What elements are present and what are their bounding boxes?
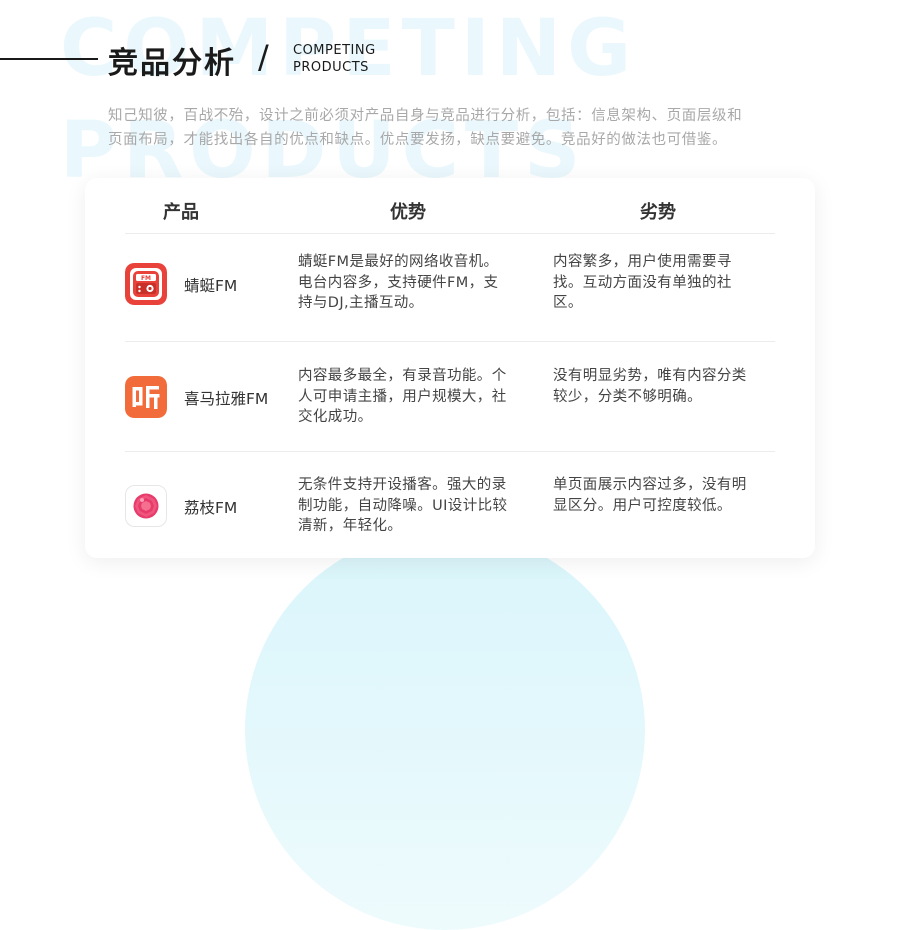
cons-line: 没有明显劣势，唯有内容分类 <box>553 368 747 384</box>
pros-line: 蜻蜓FM是最好的网络收音机。 <box>298 254 499 270</box>
cons-line: 内容繁多，用户使用需要寻 <box>553 254 732 270</box>
cons-line: 单页面展示内容过多，没有明 <box>553 477 747 493</box>
cons-cell: 内容繁多，用户使用需要寻 找。互动方面没有单独的社 区。 <box>553 252 732 314</box>
pros-cell: 无条件支持开设播客。强大的录 制功能，自动降噪。UI设计比较 清新，年轻化。 <box>298 475 507 537</box>
product-name: 蜻蜓FM <box>184 277 238 295</box>
pros-line: 无条件支持开设播客。强大的录 <box>298 477 507 493</box>
cons-line: 显区分。用户可控度较低。 <box>553 497 732 514</box>
intro-paragraph: 知己知彼，百战不殆，设计之前必须对产品自身与竞品进行分析，包括：信息架构、页面层… <box>108 104 808 152</box>
qingting-fm-radio-icon: FM <box>125 263 167 305</box>
product-name: 荔枝FM <box>184 499 238 517</box>
pros-line: 持与DJ,主播互动。 <box>298 295 424 311</box>
product-name: 喜马拉雅FM <box>184 390 269 408</box>
subtitle-line: COMPETING <box>293 43 376 58</box>
row-divider <box>125 233 775 234</box>
cons-cell: 单页面展示内容过多，没有明 显区分。用户可控度较低。 <box>553 475 747 516</box>
svg-text:FM: FM <box>141 275 151 282</box>
decorative-background-arc <box>245 530 645 930</box>
row-divider <box>125 341 775 342</box>
column-header-product: 产品 <box>163 202 199 223</box>
pros-line: 内容最多最全，有录音功能。个 <box>298 368 507 384</box>
cons-line: 较少，分类不够明确。 <box>553 388 702 405</box>
title-separator: / <box>258 38 269 76</box>
page-title: 竞品分析 <box>108 46 236 81</box>
header-rule <box>0 58 98 60</box>
lizhi-fm-lychee-icon <box>125 485 167 527</box>
comparison-table-card: 产品 优势 劣势 FM 蜻蜓FM 蜻蜓FM是最好的网络收音机。 电台内容多，支持… <box>85 178 815 558</box>
pros-line: 电台内容多，支持硬件FM，支 <box>298 274 499 291</box>
pros-line: 人可申请主播，用户规模大，社 <box>298 388 507 405</box>
ximalaya-ting-icon <box>125 376 167 418</box>
intro-line: 页面布局，才能找出各自的优点和缺点。优点要发扬，缺点要避免。竞品好的做法也可借鉴… <box>108 132 728 148</box>
cons-line: 区。 <box>553 295 583 311</box>
cons-cell: 没有明显劣势，唯有内容分类 较少，分类不够明确。 <box>553 366 747 407</box>
column-header-pros: 优势 <box>390 202 426 223</box>
intro-line: 知己知彼，百战不殆，设计之前必须对产品自身与竞品进行分析，包括：信息架构、页面层… <box>108 108 743 124</box>
row-divider <box>125 451 775 452</box>
pros-line: 制功能，自动降噪。UI设计比较 <box>298 497 508 514</box>
pros-line: 交化成功。 <box>298 409 373 425</box>
column-header-cons: 劣势 <box>640 202 676 223</box>
page-subtitle: COMPETING PRODUCTS <box>293 42 376 76</box>
pros-cell: 蜻蜓FM是最好的网络收音机。 电台内容多，支持硬件FM，支 持与DJ,主播互动。 <box>298 252 498 314</box>
pros-cell: 内容最多最全，有录音功能。个 人可申请主播，用户规模大，社 交化成功。 <box>298 366 507 428</box>
pros-line: 清新，年轻化。 <box>298 518 403 534</box>
cons-line: 找。互动方面没有单独的社 <box>553 274 732 291</box>
subtitle-line: PRODUCTS <box>293 60 369 75</box>
